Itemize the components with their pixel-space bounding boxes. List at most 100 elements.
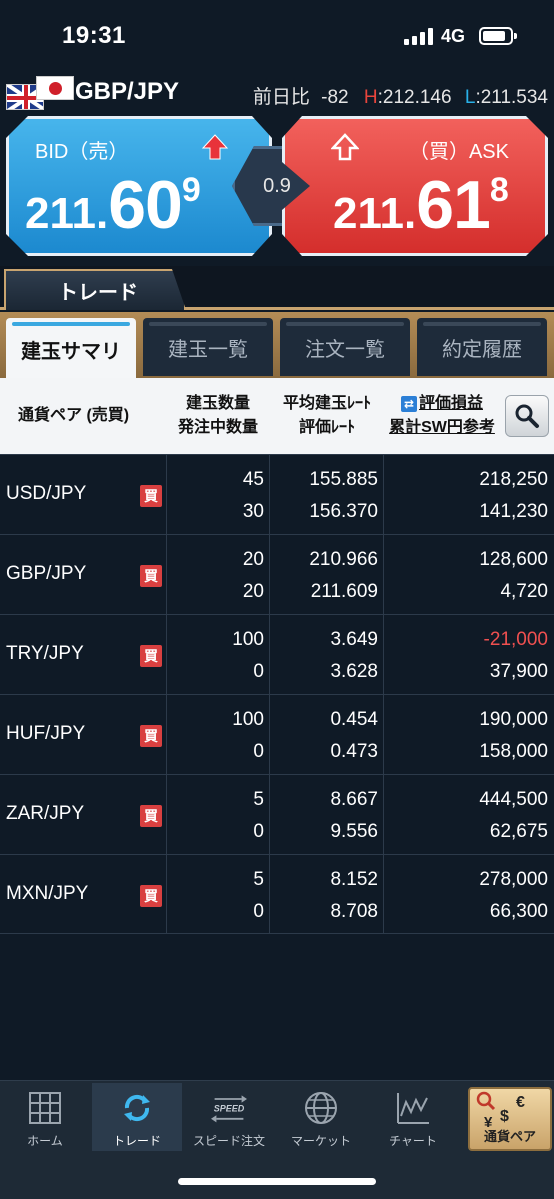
row-eval-rate: 3.628 (330, 661, 378, 682)
header-rate: 平均建玉ﾚｰﾄ 評価ﾚｰﾄ (282, 395, 371, 436)
column-divider (383, 695, 384, 774)
row-qty: 5 (253, 789, 264, 810)
svg-text:€: € (516, 1094, 525, 1111)
nav-trade[interactable]: トレード (92, 1083, 182, 1151)
header-qty: 建玉数量 発注中数量 (177, 395, 258, 436)
nav-currency-pair[interactable]: € ¥ $ 通貨ペア (468, 1087, 552, 1151)
row-avg-rate: 8.667 (330, 789, 378, 810)
row-pending-qty: 30 (242, 501, 264, 522)
row-pl: 218,250 (479, 469, 548, 490)
side-badge: 買 (140, 485, 162, 507)
row-eval-rate: 0.473 (330, 741, 378, 762)
column-divider (269, 855, 270, 933)
table-row[interactable]: MXN/JPY 買 5 0 8.152 8.708 278,000 66,300 (0, 854, 554, 934)
status-bar: 19:31 4G (0, 0, 554, 64)
column-divider (383, 535, 384, 614)
row-qty: 20 (242, 549, 264, 570)
tab-position-summary[interactable]: 建玉サマリ (6, 318, 136, 380)
table-row[interactable]: TRY/JPY 買 100 0 3.649 3.628 -21,000 37,900 (0, 614, 554, 694)
column-divider (166, 535, 167, 614)
table-row[interactable]: HUF/JPY 買 100 0 0.454 0.473 190,000 158,000 (0, 694, 554, 774)
column-divider (269, 615, 270, 694)
search-button[interactable] (505, 395, 549, 437)
column-divider (166, 695, 167, 774)
table-row[interactable]: USD/JPY 買 45 30 155.885 156.370 218,250 141,230 (0, 454, 554, 534)
chart-icon (397, 1093, 429, 1124)
signal-icon (404, 28, 433, 45)
bid-label: BID（売） (35, 141, 129, 163)
swap-toggle-icon[interactable]: ⇄ (400, 395, 417, 412)
row-pl: 128,600 (479, 549, 548, 570)
row-pending-qty: 20 (242, 581, 264, 602)
side-badge: 買 (140, 645, 162, 667)
column-divider (166, 455, 167, 534)
position-table: USD/JPY 買 45 30 155.885 156.370 218,250 141,230… (0, 454, 554, 934)
tab-execution-history[interactable]: 約定履歴 (417, 318, 547, 376)
column-divider (383, 455, 384, 534)
row-eval-rate: 9.556 (330, 821, 378, 842)
globe-icon (305, 1092, 337, 1124)
grid-icon (29, 1092, 61, 1124)
change-label: 前日比 (252, 87, 310, 108)
table-header: 通貨ペア (売買) 建玉数量 発注中数量 平均建玉ﾚｰﾄ 評価ﾚｰﾄ ⇄ 評価損益… (0, 378, 554, 454)
status-time: 19:31 (62, 22, 126, 49)
search-icon (515, 404, 539, 428)
nav-home[interactable]: ホーム (0, 1083, 90, 1151)
row-swap: 37,900 (489, 661, 548, 682)
svg-text:$: $ (500, 1108, 509, 1125)
nav-chart[interactable]: チャート (368, 1083, 458, 1151)
side-badge: 買 (140, 885, 162, 907)
side-badge: 買 (140, 565, 162, 587)
pair-stats: 前日比 -82 H:212.146 L:211.534 (252, 87, 548, 108)
header-pl[interactable]: ⇄ 評価損益 累計SW円参考 (382, 392, 502, 440)
low-label: L (464, 87, 476, 108)
table-row[interactable]: GBP/JPY 買 20 20 210.966 211.609 128,600 4,720 (0, 534, 554, 614)
network-type: 4G (441, 26, 466, 46)
sub-tabs: 建玉サマリ 建玉一覧 注文一覧 約定履歴 (0, 312, 554, 380)
row-avg-rate: 210.966 (309, 549, 378, 570)
tab-order-list[interactable]: 注文一覧 (280, 318, 410, 376)
row-swap: 158,000 (479, 741, 548, 762)
change-value: -82 (321, 87, 349, 108)
row-pair: GBP/JPY (6, 563, 87, 584)
row-avg-rate: 155.885 (309, 469, 378, 490)
row-pl: 190,000 (479, 709, 548, 730)
battery-icon (479, 27, 517, 45)
low-value: 211.534 (480, 87, 548, 108)
nav-market[interactable]: マーケット (276, 1083, 366, 1151)
column-divider (166, 615, 167, 694)
column-divider (383, 775, 384, 854)
row-pl: 444,500 (479, 789, 548, 810)
trade-tab-bar: トレード (0, 266, 554, 310)
ask-buy-button[interactable]: （買）ASK 211.618 (282, 116, 548, 256)
header-pair: 通貨ペア (売買) (18, 407, 130, 424)
row-pending-qty: 0 (253, 741, 264, 762)
refresh-icon (124, 1094, 150, 1122)
row-qty: 100 (232, 629, 264, 650)
row-pair: TRY/JPY (6, 643, 84, 664)
bid-rate: 211.609 (25, 167, 201, 243)
row-pl: 278,000 (479, 869, 548, 890)
table-row[interactable]: ZAR/JPY 買 5 0 8.667 9.556 444,500 62,675 (0, 774, 554, 854)
row-swap: 62,675 (489, 821, 548, 842)
column-divider (383, 855, 384, 933)
high-label: H (363, 87, 378, 108)
row-eval-rate: 211.609 (310, 581, 378, 602)
arrow-up-outline-icon (331, 133, 359, 161)
nav-speed-order[interactable]: SPEED スピード注文 (184, 1083, 274, 1151)
row-avg-rate: 3.649 (330, 629, 378, 650)
row-avg-rate: 8.152 (330, 869, 378, 890)
column-divider (166, 855, 167, 933)
svg-text:SPEED: SPEED (214, 1104, 245, 1114)
column-divider (269, 535, 270, 614)
pair-name[interactable]: GBP/JPY (75, 78, 179, 106)
ask-label: （買）ASK (408, 141, 509, 163)
row-qty: 45 (242, 469, 264, 490)
column-divider (269, 455, 270, 534)
row-swap: 66,300 (489, 901, 548, 922)
tab-trade[interactable]: トレード (4, 269, 186, 310)
pair-header[interactable]: GBP/JPY 前日比 -82 H:212.146 L:211.534 (0, 70, 554, 112)
side-badge: 買 (140, 805, 162, 827)
row-pair: MXN/JPY (6, 883, 89, 904)
tab-position-list[interactable]: 建玉一覧 (143, 318, 273, 376)
